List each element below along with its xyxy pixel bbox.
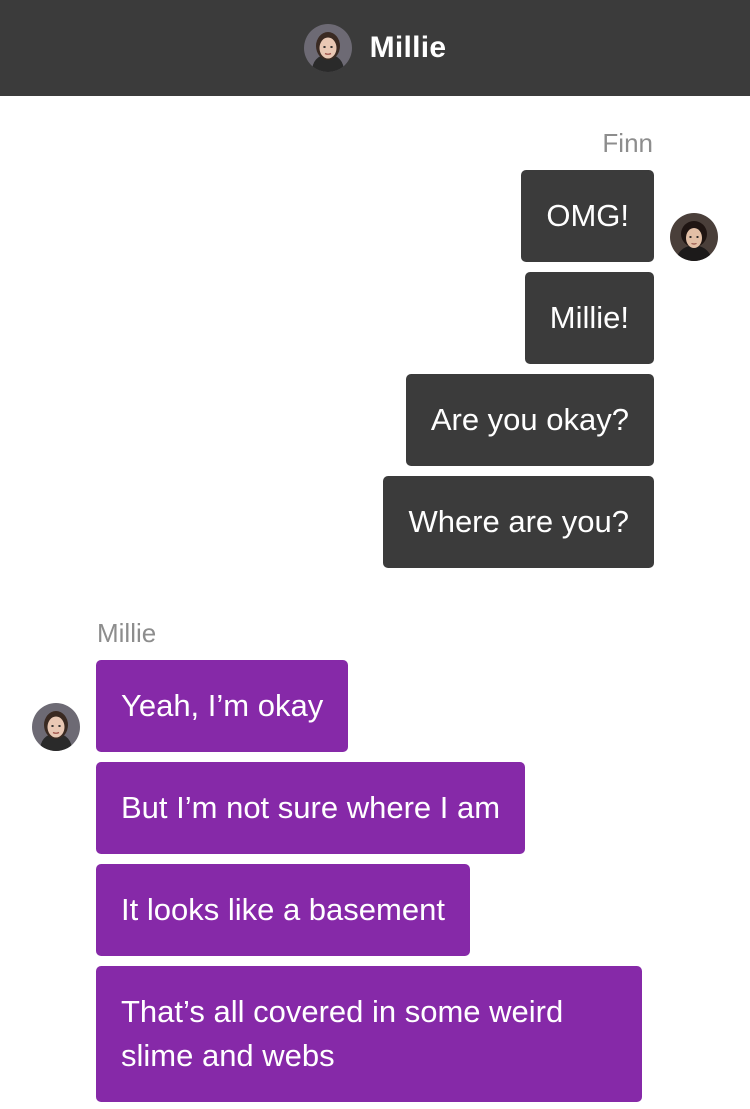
millie-avatar-icon[interactable] (303, 24, 352, 72)
message-bubble-millie-2[interactable]: But I’m not sure where I am (96, 762, 526, 854)
message-bubble-millie-4[interactable]: That’s all covered in some weird slime a… (96, 966, 642, 1102)
finn-sender-name: Finn (602, 128, 653, 158)
message-bubble-finn-1[interactable]: OMG! (521, 170, 654, 262)
finn-avatar-icon[interactable] (670, 213, 718, 261)
message-bubble-millie-3[interactable]: It looks like a basement (96, 864, 470, 956)
message-bubble-finn-3[interactable]: Are you okay? (405, 374, 654, 466)
message-bubble-finn-4[interactable]: Where are you? (383, 476, 654, 568)
message-bubble-millie-1[interactable]: Yeah, I’m okay (96, 660, 349, 752)
chat-title: Millie (369, 31, 447, 64)
millie-avatar-icon[interactable] (32, 703, 80, 751)
millie-sender-name: Millie (97, 618, 157, 648)
message-bubble-finn-2[interactable]: Millie! (524, 272, 654, 364)
chat-header: Millie (0, 0, 750, 96)
chat-header-content: Millie (303, 24, 447, 72)
